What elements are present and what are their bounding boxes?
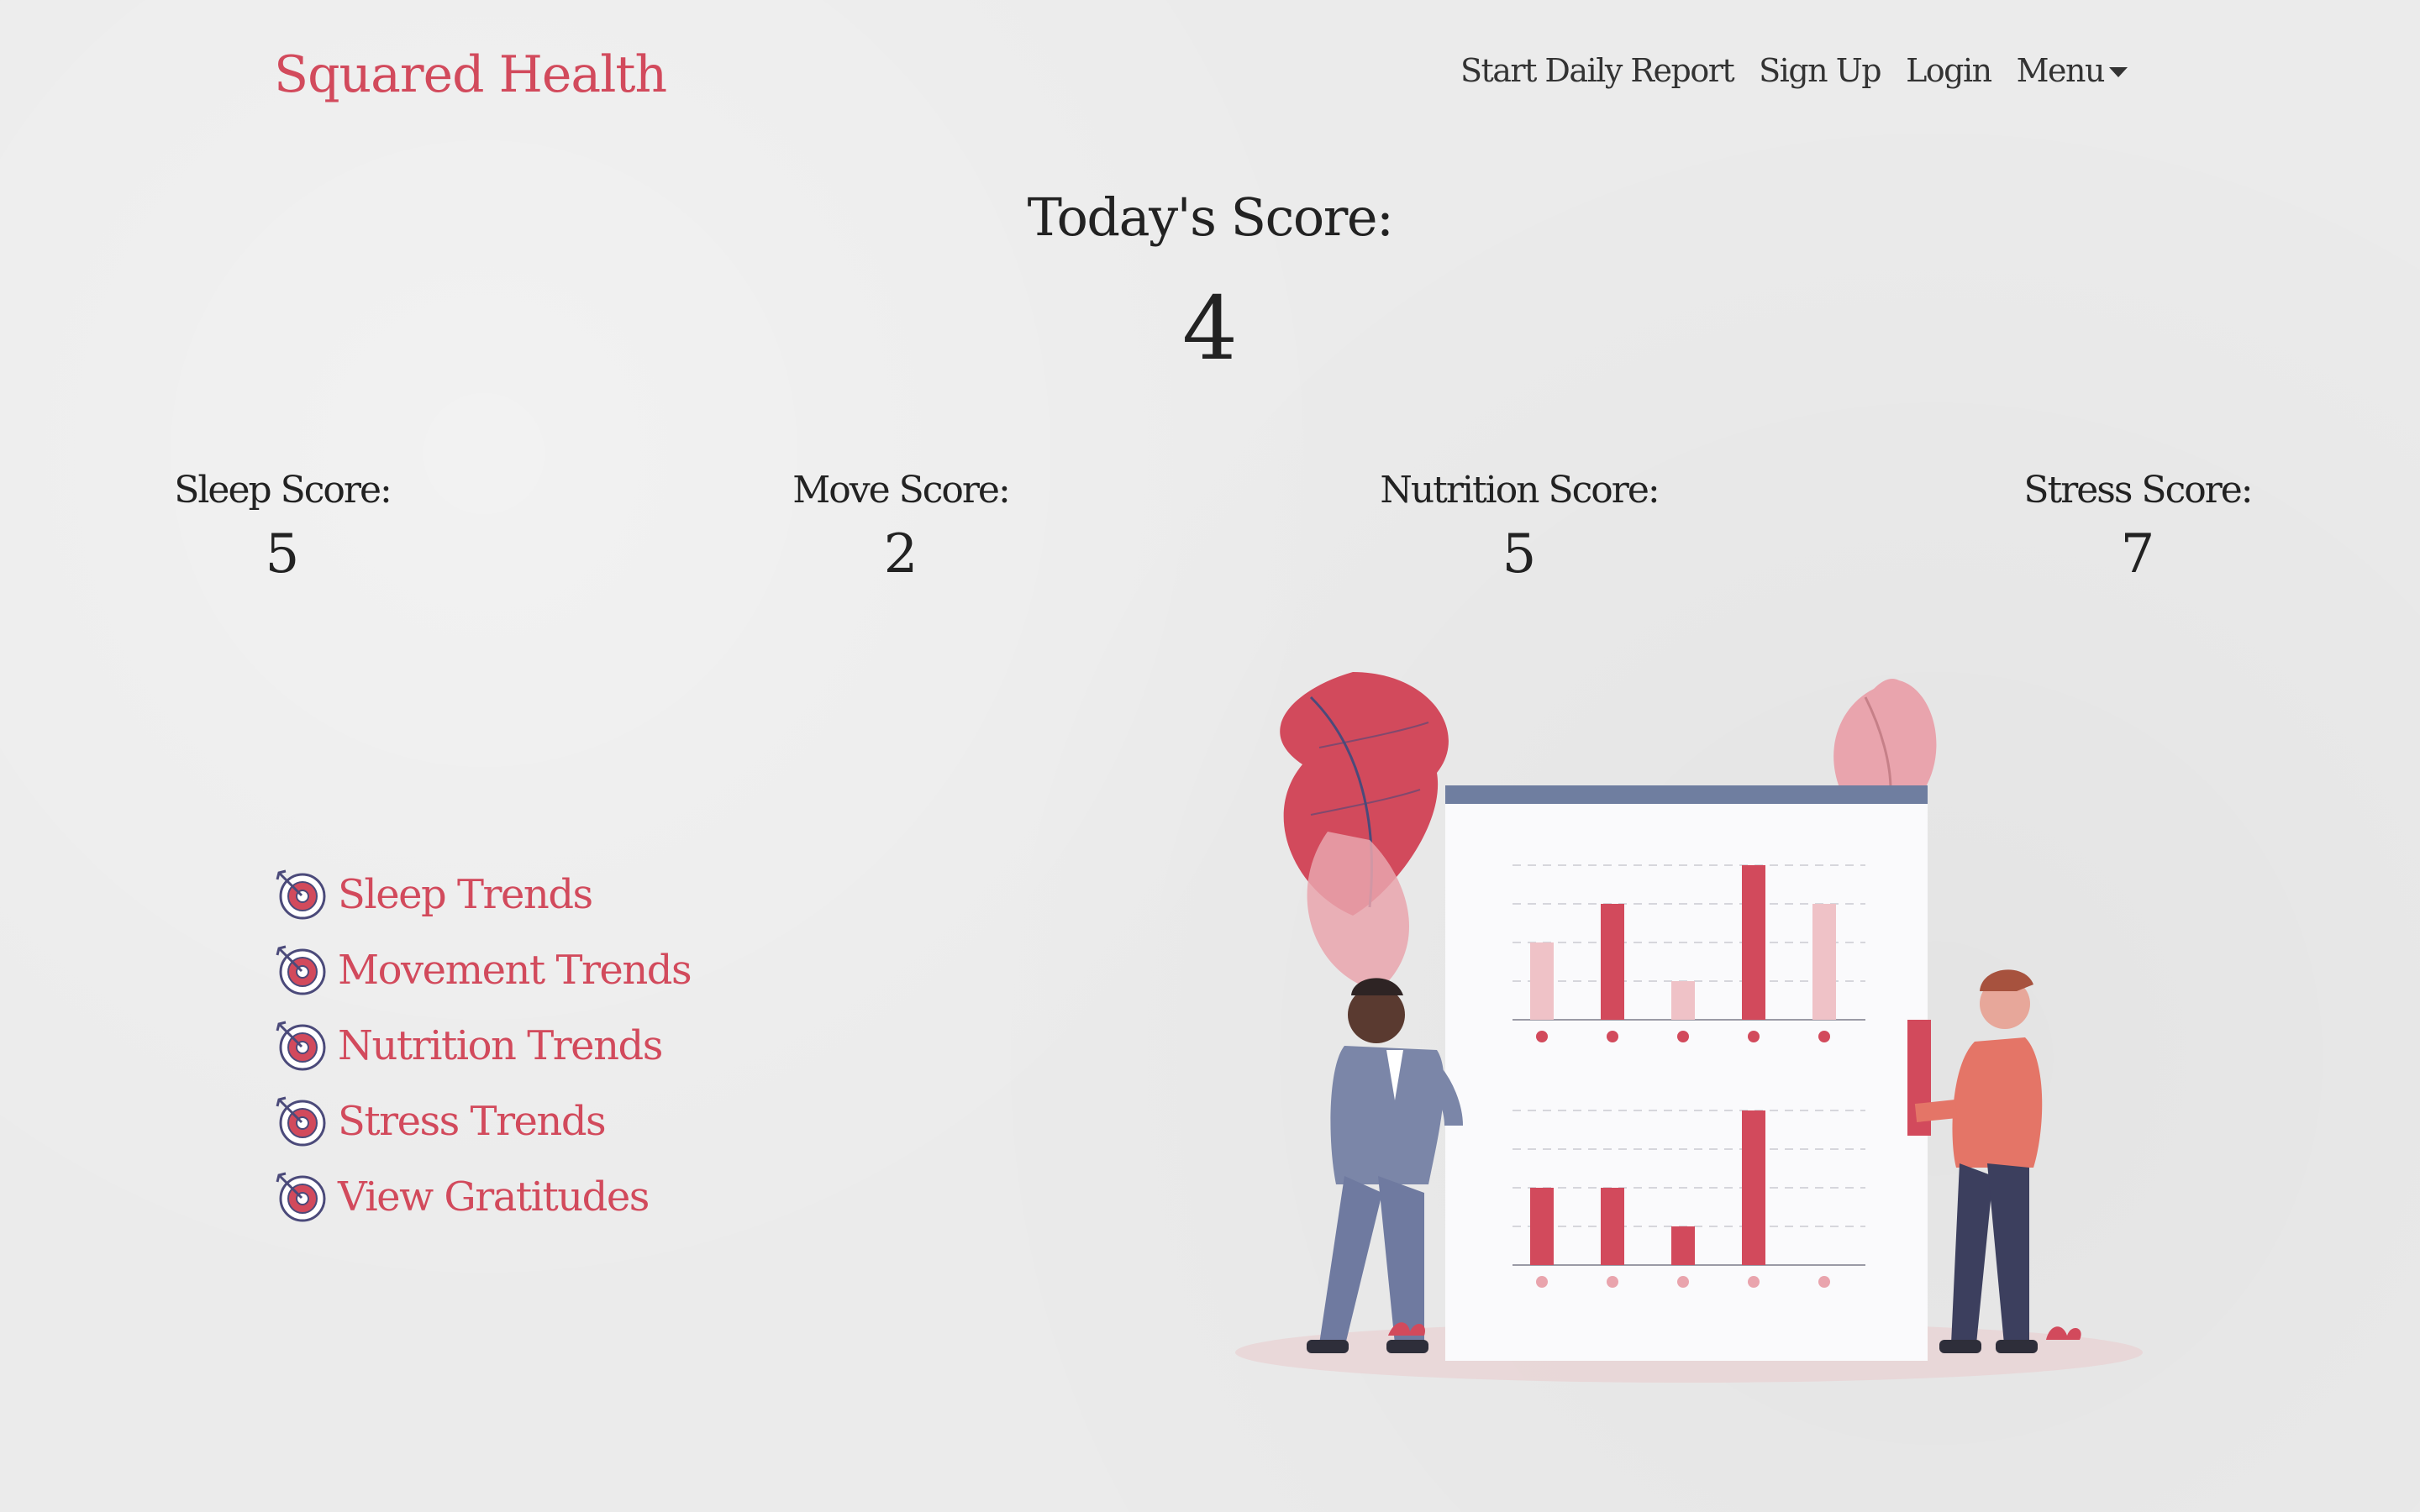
todays-score-value: 4 xyxy=(1181,277,1239,380)
sleep-trends-link[interactable]: Sleep Trends xyxy=(338,871,593,918)
target-icon xyxy=(276,1021,326,1071)
nutrition-score: Nutrition Score: 5 xyxy=(1343,469,1696,585)
target-icon xyxy=(276,869,326,920)
nutrition-score-label: Nutrition Score: xyxy=(1380,469,1660,512)
movement-trends-link[interactable]: Movement Trends xyxy=(338,947,692,994)
move-score: Move Score: 2 xyxy=(724,469,1077,585)
analytics-illustration xyxy=(1235,672,2143,1383)
caret-down-icon xyxy=(2109,67,2128,77)
stress-score-label: Stress Score: xyxy=(2023,469,2253,512)
sleep-score: Sleep Score: 5 xyxy=(106,469,459,585)
menu-label: Menu xyxy=(2016,52,2106,89)
trend-item-nutrition: Nutrition Trends xyxy=(276,1008,691,1084)
target-icon xyxy=(276,1096,326,1147)
sleep-score-value: 5 xyxy=(265,523,300,585)
nutrition-score-value: 5 xyxy=(1502,523,1537,585)
trend-item-gratitudes: View Gratitudes xyxy=(276,1159,691,1235)
sign-up-link[interactable]: Sign Up xyxy=(1759,52,1881,89)
brand-logo[interactable]: Squared Health xyxy=(274,45,667,104)
target-icon xyxy=(276,1172,326,1222)
trend-item-stress: Stress Trends xyxy=(276,1084,691,1159)
move-score-label: Move Score: xyxy=(792,469,1011,512)
trend-item-sleep: Sleep Trends xyxy=(276,857,691,932)
top-nav: Start Daily Report Sign Up Login Menu xyxy=(1460,52,2128,89)
start-daily-report-link[interactable]: Start Daily Report xyxy=(1460,52,1735,89)
stress-trends-link[interactable]: Stress Trends xyxy=(338,1098,607,1145)
stress-score: Stress Score: 7 xyxy=(1961,469,2314,585)
trend-item-movement: Movement Trends xyxy=(276,932,692,1008)
trend-links: Sleep Trends Movement Trends Nutrition T… xyxy=(276,857,692,1235)
move-score-value: 2 xyxy=(883,523,918,585)
menu-dropdown[interactable]: Menu xyxy=(2017,52,2128,89)
stress-score-value: 7 xyxy=(2120,523,2155,585)
todays-score-label: Today's Score: xyxy=(1027,186,1394,248)
nutrition-trends-link[interactable]: Nutrition Trends xyxy=(338,1022,663,1069)
login-link[interactable]: Login xyxy=(1906,52,1992,89)
sleep-score-label: Sleep Score: xyxy=(174,469,392,512)
view-gratitudes-link[interactable]: View Gratitudes xyxy=(338,1173,650,1221)
target-icon xyxy=(276,945,326,995)
